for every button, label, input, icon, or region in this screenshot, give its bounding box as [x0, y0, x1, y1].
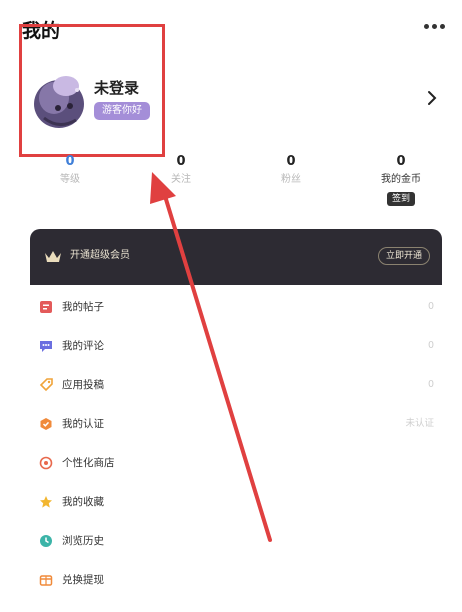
stat-value: 0: [176, 154, 186, 169]
stat-label: 我的金币: [381, 174, 421, 185]
stat-value: 0: [396, 154, 406, 169]
checkin-button[interactable]: 签到: [386, 192, 415, 206]
stat-following[interactable]: 0 关注: [136, 154, 226, 186]
menu-label: 我的收藏: [62, 496, 104, 508]
stat-value: 0: [65, 154, 75, 169]
menu-label: 我的帖子: [62, 301, 104, 313]
menu-item-comments[interactable]: 我的评论 0: [30, 327, 442, 366]
stat-label: 等级: [60, 174, 80, 185]
post-icon: [40, 301, 52, 313]
menu-item-verify[interactable]: 我的认证 未认证: [30, 405, 442, 444]
menu-value: 0: [427, 340, 434, 351]
stat-value: 0: [286, 154, 296, 169]
chevron-right-icon[interactable]: [422, 86, 442, 110]
favorite-icon: [40, 496, 52, 508]
menu-label: 浏览历史: [62, 535, 104, 547]
menu-value: 未认证: [405, 418, 434, 429]
menu-list: 我的帖子 0 我的评论 0 应用投稿 0 我的认证 未认证 个性化商店 我的收藏…: [30, 288, 442, 600]
more-dots-icon[interactable]: [422, 18, 446, 34]
store-icon: [39, 456, 53, 470]
stat-label: 关注: [171, 174, 191, 185]
menu-value: 0: [427, 301, 434, 312]
menu-label: 兑换提现: [62, 574, 104, 586]
menu-label: 我的评论: [62, 340, 104, 352]
menu-item-submit[interactable]: 应用投稿 0: [30, 366, 442, 405]
stat-label: 粉丝: [281, 174, 301, 185]
history-icon: [40, 535, 52, 547]
crown-icon: [45, 251, 61, 262]
menu-label: 应用投稿: [62, 379, 104, 391]
vip-banner[interactable]: 开通超级会员 立即开通: [30, 229, 442, 285]
menu-item-posts[interactable]: 我的帖子 0: [30, 288, 442, 327]
exchange-icon: [39, 575, 53, 586]
menu-label: 个性化商店: [62, 457, 115, 469]
menu-label: 我的认证: [62, 418, 104, 430]
menu-item-store[interactable]: 个性化商店: [30, 444, 442, 483]
comment-icon: [40, 341, 52, 352]
stats-row: 0 等级 0 关注 0 粉丝 0 我的金币 签到: [0, 154, 462, 214]
menu-item-history[interactable]: 浏览历史: [30, 522, 442, 561]
vip-open-button[interactable]: 立即开通: [377, 247, 430, 265]
stat-followers[interactable]: 0 粉丝: [246, 154, 336, 186]
verify-icon: [40, 418, 52, 430]
submit-icon: [39, 378, 53, 392]
menu-item-exchange[interactable]: 兑换提现: [30, 561, 442, 600]
menu-item-favorites[interactable]: 我的收藏: [30, 483, 442, 522]
stat-coins[interactable]: 0 我的金币 签到: [356, 154, 446, 206]
vip-text: 开通超级会员: [70, 250, 130, 261]
menu-value: 0: [427, 379, 434, 390]
annotation-highlight-box: [19, 24, 165, 157]
stat-level[interactable]: 0 等级: [25, 154, 115, 186]
